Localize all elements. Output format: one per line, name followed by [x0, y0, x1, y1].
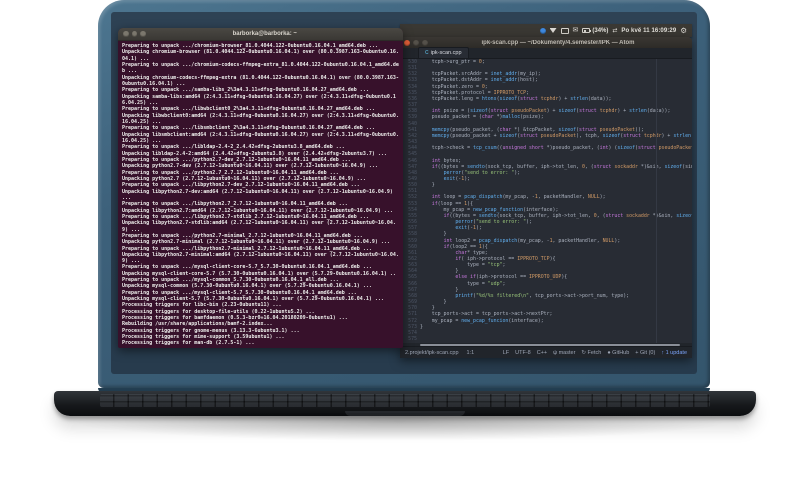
desktop: ✉ (34%) ⇄ Po kvě 11 16:09:29 ⚙ ipk-scan.…	[111, 12, 697, 374]
battery-indicator[interactable]: (34%)	[582, 28, 608, 34]
keyboard	[100, 394, 710, 407]
tab-bar: C ipk-scan.cpp	[400, 47, 692, 59]
sync-arrows-icon[interactable]: ⇄	[612, 27, 617, 34]
battery-icon	[582, 28, 592, 33]
status-right-items: LF UTF-8 C++ ψ master ↻ Fetch ● GitHub + Git (…	[503, 350, 687, 356]
minimize-button[interactable]	[413, 39, 419, 46]
tab-ipk-scan[interactable]: C ipk-scan.cpp	[418, 47, 469, 58]
laptop-screen: ✉ (34%) ⇄ Po kvě 11 16:09:29 ⚙ ipk-scan.…	[98, 0, 710, 388]
fetch-button[interactable]: ↻ Fetch	[581, 350, 601, 356]
keyboard-layout-icon[interactable]	[560, 27, 569, 34]
session-gear-icon[interactable]: ⚙	[680, 27, 687, 35]
terminal-text: Preparing to unpack .../chromium-browser…	[122, 43, 399, 347]
code-line: 575	[408, 336, 417, 343]
git-branch-indicator[interactable]: ψ master	[553, 350, 575, 356]
terminal-title-bar[interactable]: barborka@barborka: ~	[118, 28, 403, 41]
mail-icon[interactable]: ✉	[573, 27, 579, 34]
line-ending-indicator[interactable]: LF	[503, 350, 509, 356]
atom-window: ipk-scan.cpp — ~/Dokumenty/4.semester/IP…	[400, 37, 692, 358]
battery-label: (34%)	[592, 27, 609, 34]
atom-window-title: ipk-scan.cpp — ~/Dokumenty/4.semester/IP…	[481, 39, 635, 46]
status-bar: 2.projekt/ipk-scan.cpp 1:1 LF UTF-8 C++ ψ m…	[400, 346, 692, 358]
code-line: 542 memcpy(pseudo_packet + sizeof(struct…	[408, 132, 692, 139]
code-lines: 530 tcph->urg_ptr = 0; 531 532 tcpPacket.s…	[400, 59, 692, 342]
clock[interactable]: Po kvě 11 16:09:29	[621, 28, 676, 34]
terminal-title: barborka@barborka: ~	[232, 31, 297, 37]
github-button[interactable]: ● GitHub	[607, 350, 629, 356]
close-button[interactable]	[123, 31, 129, 37]
grammar-indicator[interactable]: C++	[537, 350, 547, 356]
wifi-icon[interactable]	[549, 28, 557, 33]
git-changes-button[interactable]: + Git (0)	[635, 350, 655, 356]
wrap-guide	[656, 59, 657, 343]
app-indicator-icon[interactable]	[539, 27, 546, 34]
update-badge[interactable]: ↑ 1 update	[661, 350, 687, 356]
terminal-output[interactable]: Preparing to unpack .../chromium-browser…	[118, 41, 403, 348]
minimize-button[interactable]	[131, 31, 137, 37]
code-line: 544 tcph->check = tcp_csum((unsigned sho…	[408, 145, 692, 152]
file-path[interactable]: 2.projekt/ipk-scan.cpp	[405, 350, 459, 356]
terminal-window: barborka@barborka: ~ Preparing to unpack…	[118, 28, 403, 348]
top-panel: ✉ (34%) ⇄ Po kvě 11 16:09:29 ⚙	[400, 24, 692, 37]
close-button[interactable]	[404, 39, 410, 46]
laptop-shadow	[70, 413, 730, 441]
laptop-mockup: ✉ (34%) ⇄ Po kvě 11 16:09:29 ⚙ ipk-scan.…	[0, 0, 800, 477]
cursor-position[interactable]: 1:1	[467, 350, 475, 356]
cpp-file-icon: C	[425, 50, 429, 56]
encoding-indicator[interactable]: UTF-8	[515, 350, 531, 356]
horizontal-scrollbar[interactable]	[400, 343, 692, 346]
tab-label: ipk-scan.cpp	[430, 50, 462, 56]
code-editor[interactable]: 530 tcph->urg_ptr = 0; 531 532 tcpPacket.s…	[400, 59, 692, 343]
